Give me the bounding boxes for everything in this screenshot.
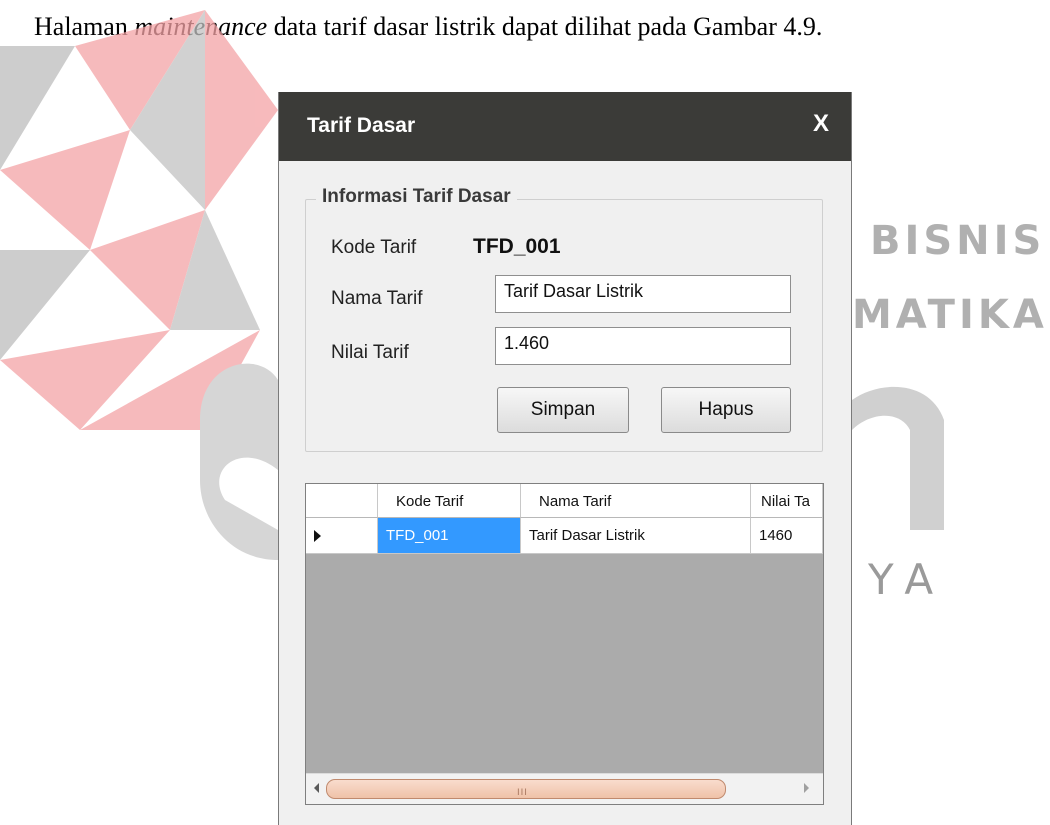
grid-body: Kode Tarif Nama Tarif Nilai Ta TFD_001 T… [306, 484, 823, 774]
nilai-tarif-input[interactable]: 1.460 [495, 327, 791, 365]
nilai-tarif-label: Nilai Tarif [331, 342, 409, 363]
dialog-title: Tarif Dasar [307, 114, 416, 137]
column-header-nama-tarif[interactable]: Nama Tarif [521, 484, 751, 518]
logo-shape-gray-3 [0, 250, 90, 360]
logo-shape-pink-2 [0, 130, 130, 250]
watermark-text-bisnis: BISNIS [870, 218, 1046, 264]
table-row[interactable]: TFD_001 Tarif Dasar Listrik 1460 [306, 518, 823, 554]
grid-header-row: Kode Tarif Nama Tarif Nilai Ta [306, 484, 823, 518]
cell-nilai-tarif[interactable]: 1460 [751, 518, 823, 554]
cell-nama-tarif[interactable]: Tarif Dasar Listrik [521, 518, 751, 554]
scroll-right-icon[interactable] [804, 783, 809, 793]
kode-tarif-value: TFD_001 [473, 235, 561, 258]
grid-corner-cell [306, 484, 378, 518]
cell-kode-tarif[interactable]: TFD_001 [378, 518, 521, 554]
watermark-text-matika: MATIKA [852, 292, 1048, 338]
groupbox-title: Informasi Tarif Dasar [316, 186, 517, 208]
logo-n-fragment [852, 386, 944, 530]
current-row-arrow-icon [314, 530, 321, 542]
scrollbar-grip: III [517, 788, 528, 798]
scrollbar-thumb[interactable]: III [326, 779, 726, 799]
column-header-kode-tarif[interactable]: Kode Tarif [378, 484, 521, 518]
logo-s-fragment [200, 363, 278, 560]
tarif-dasar-dialog: Tarif Dasar X Informasi Tarif Dasar Kode… [278, 92, 852, 825]
horizontal-scrollbar[interactable]: III [306, 773, 823, 804]
scroll-left-icon[interactable] [314, 783, 319, 793]
nama-tarif-input[interactable]: Tarif Dasar Listrik [495, 275, 791, 313]
simpan-button[interactable]: Simpan [497, 387, 629, 433]
row-header-cell[interactable] [306, 518, 378, 554]
dialog-titlebar: Tarif Dasar X [279, 92, 851, 161]
column-header-nilai-tarif[interactable]: Nilai Ta [751, 484, 823, 518]
nama-tarif-label: Nama Tarif [331, 288, 423, 309]
kode-tarif-label: Kode Tarif [331, 237, 417, 258]
logo-shape-pink-6 [205, 10, 278, 210]
tarif-data-grid[interactable]: Kode Tarif Nama Tarif Nilai Ta TFD_001 T… [305, 483, 824, 805]
close-icon[interactable]: X [813, 110, 829, 138]
watermark-text-ya: YA [868, 555, 948, 604]
hapus-button[interactable]: Hapus [661, 387, 791, 433]
